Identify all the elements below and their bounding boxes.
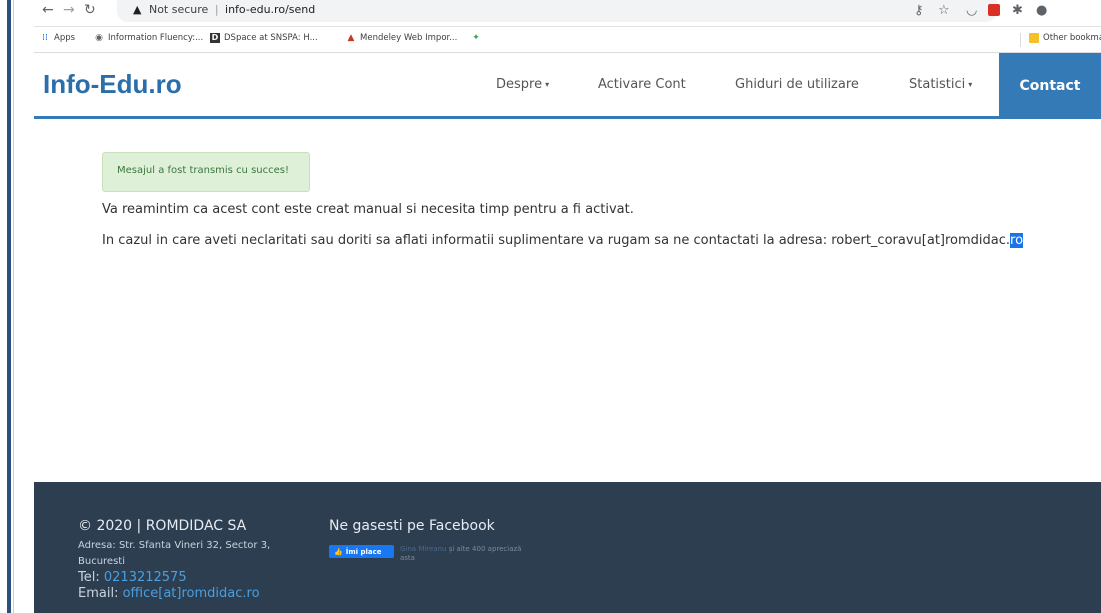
reminder-text: Va reamintim ca acest cont este creat ma… [102,202,634,217]
bookmark-label: Information Fluency:... [108,33,204,43]
apps-grid-icon: ⁞⁞ [42,33,48,43]
like-name-link[interactable]: Gina Mireanu [400,545,447,553]
site-header: Info-Edu.ro Despre ▾ Activare Cont Ghidur… [34,53,1101,119]
bookmark-colorful[interactable]: ✦ [471,33,485,43]
site-logo[interactable]: Info-Edu.ro [43,69,182,100]
forward-arrow-icon[interactable]: → [63,2,75,18]
bookmark-label: Apps [54,33,76,43]
bookmarks-divider [1020,33,1021,47]
facebook-title: Ne gasesti pe Facebook [329,518,495,534]
caret-down-icon: ▾ [968,80,973,89]
bookmark-information-fluency[interactable]: ◉ Information Fluency:... [94,33,203,43]
nav-despre[interactable]: Despre ▾ [496,53,549,116]
tel-label: Tel: [78,570,100,585]
pdf-extension-icon[interactable] [988,4,1000,16]
footer-address-line1: Adresa: Str. Sfanta Vineri 32, Sector 3, [78,540,271,551]
other-bookmarks-label: Other bookmar [1043,33,1101,43]
bookmark-mendeley[interactable]: ▲ Mendeley Web Impor... [346,33,458,43]
footer-copyright: © 2020 | ROMDIDAC SA [78,518,247,534]
warning-icon[interactable]: ▲ [133,3,141,16]
caret-down-icon: ▾ [545,80,550,89]
thumbs-up-icon: 👍 [334,547,343,556]
colorful-bookmark-icon: ✦ [472,33,480,43]
footer-email: Email: office[at]romdidac.ro [78,586,260,601]
address-bar[interactable]: ▲ Not secure | info-edu.ro/send [117,0,997,22]
nav-ghiduri-label: Ghiduri de utilizare [735,77,859,92]
contact-text-main: In cazul in care aveti neclaritati sau d… [102,233,1011,248]
back-arrow-icon[interactable]: ← [42,2,54,18]
success-alert: Mesajul a fost transmis cu succes! [102,152,310,192]
browser-toolbar: ← → ↻ ▲ Not secure | info-edu.ro/send ⚷ … [34,0,1101,27]
star-icon[interactable]: ☆ [938,3,950,19]
nav-activare-cont[interactable]: Activare Cont [598,53,686,116]
background-window-scrollbar [7,0,11,613]
bookmark-label: DSpace at SNSPA: H... [224,33,318,43]
nav-statistici[interactable]: Statistici ▾ [909,53,972,116]
bookmark-label: Mendeley Web Impor... [360,33,458,43]
email-label: Email: [78,586,119,601]
mendeley-icon: ▲ [347,33,355,43]
nav-despre-label: Despre [496,77,543,92]
like-count-text-end: asta [400,554,415,562]
like-count-text: și alte 400 apreciază [448,545,522,553]
tel-link[interactable]: 0213212575 [104,570,187,585]
facebook-like-button[interactable]: 👍 Îmi place [329,545,394,558]
background-window-edge [0,0,14,613]
nav-ghiduri[interactable]: Ghiduri de utilizare [735,53,859,116]
reload-icon[interactable]: ↻ [84,2,96,18]
bookmark-apps[interactable]: ⁞⁞ Apps [40,33,75,43]
selected-text: ro [1010,233,1024,248]
other-bookmarks[interactable]: Other bookmar [1029,33,1101,43]
bookmark-dspace[interactable]: D DSpace at SNSPA: H... [210,33,318,43]
dspace-icon: D [210,33,220,43]
security-label: Not secure [148,3,209,16]
profile-icon[interactable]: ● [1036,3,1047,19]
site-footer: © 2020 | ROMDIDAC SA Adresa: Str. Sfanta… [34,482,1101,613]
bookmarks-bar: ⁞⁞ Apps ◉ Information Fluency:... D DSpa… [34,27,1101,53]
email-link[interactable]: office[at]romdidac.ro [123,586,260,601]
footer-tel: Tel: 0213212575 [78,570,187,585]
nav-contact[interactable]: Contact [999,53,1101,119]
browser-window: ← → ↻ ▲ Not secure | info-edu.ro/send ⚷ … [34,0,1101,613]
contact-text: In cazul in care aveti neclaritati sau d… [102,233,1024,248]
footer-address-line2: Bucuresti [78,556,125,567]
puzzle-icon[interactable]: ✱ [1012,3,1023,19]
url-separator: | [214,3,219,16]
globe-icon: ◉ [95,33,103,43]
key-icon[interactable]: ⚷ [914,3,924,19]
nav-statistici-label: Statistici [909,77,966,92]
like-button-label: Îmi place [345,547,382,556]
extension-icon[interactable]: ◡ [966,3,977,19]
nav-activare-cont-label: Activare Cont [598,77,686,92]
url-text: info-edu.ro/send [225,3,316,16]
facebook-like-text: Gina Mireanu și alte 400 apreciază asta [400,545,560,563]
folder-icon [1029,33,1039,43]
nav-contact-label: Contact [1019,78,1081,94]
